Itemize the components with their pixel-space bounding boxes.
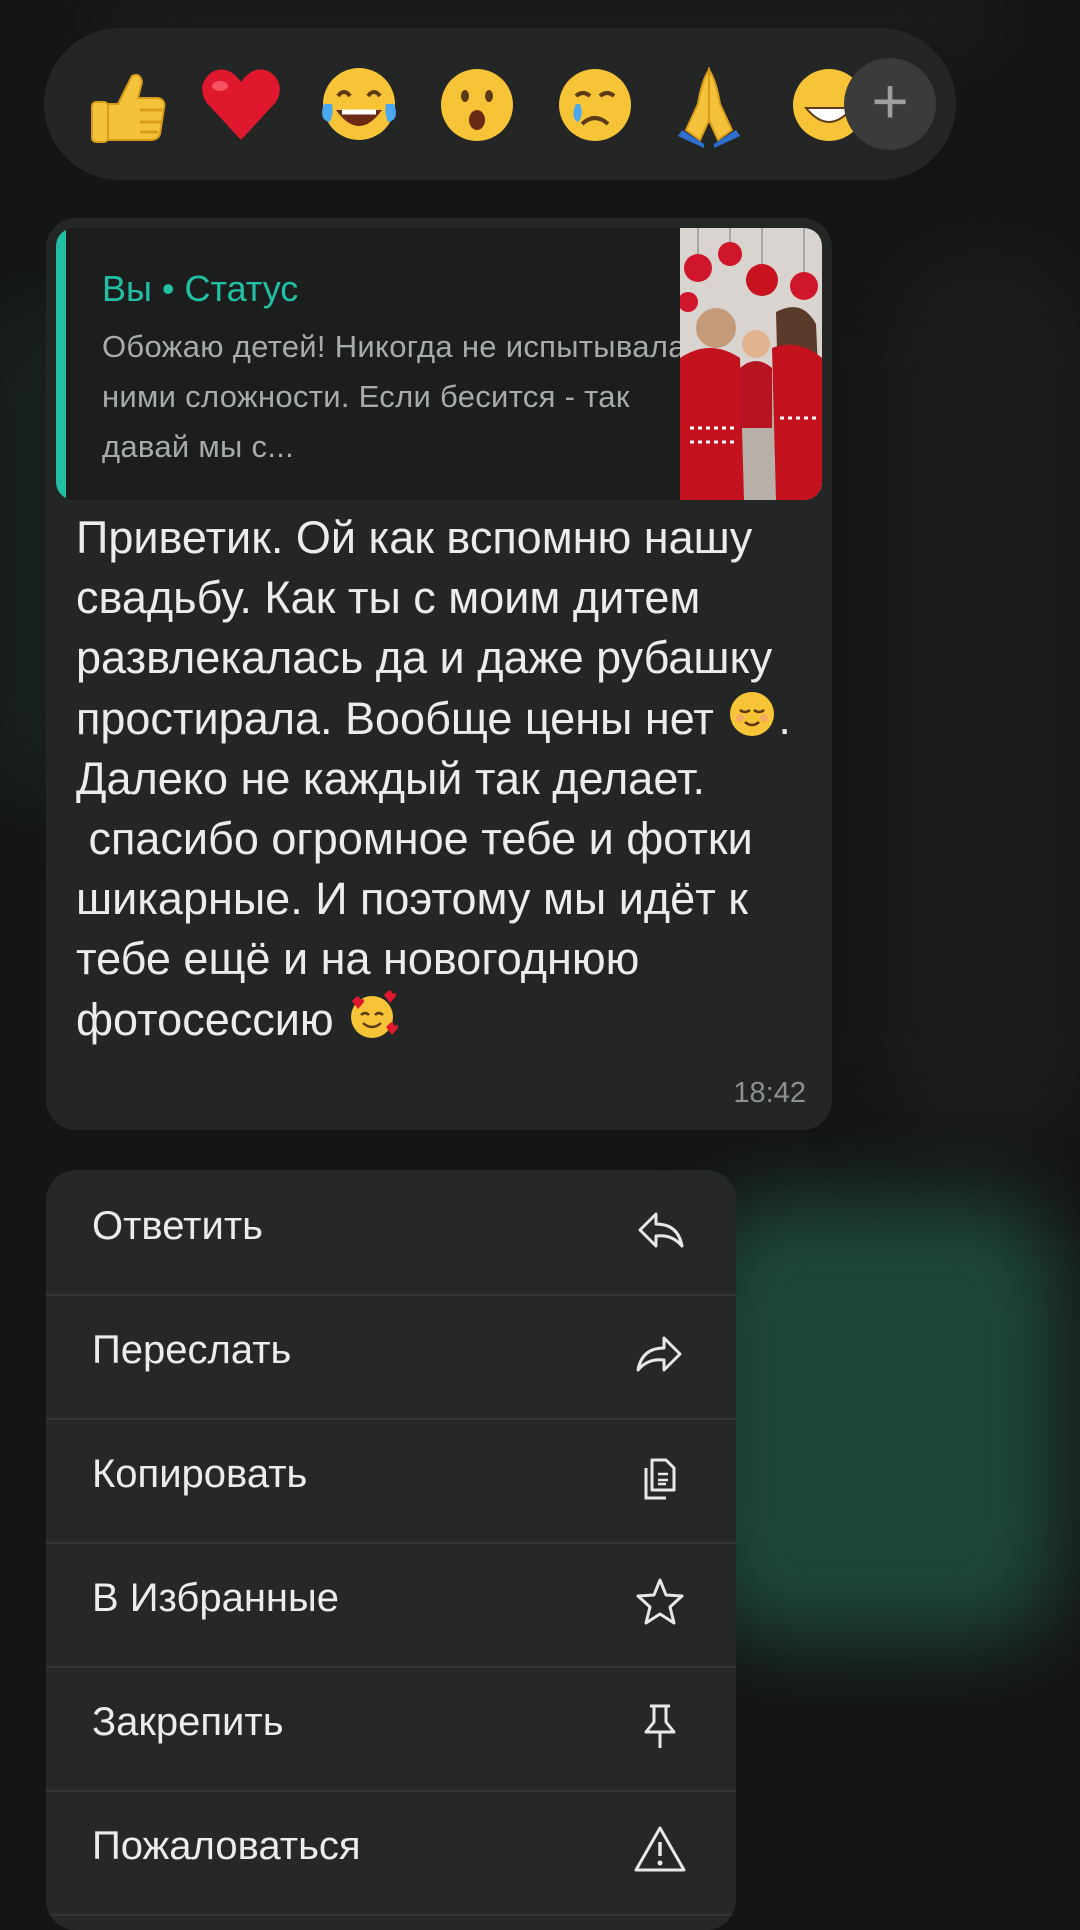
pin-icon (644, 1704, 676, 1748)
star-icon (636, 1578, 684, 1625)
relieved-face-emoji (730, 692, 775, 736)
copy-icon (644, 1458, 676, 1500)
crying-face-reaction[interactable] (550, 60, 640, 150)
reply-icon (638, 1212, 684, 1248)
menu-item-forward[interactable]: Переслать (46, 1294, 736, 1420)
message-timestamp: 18:42 (733, 1077, 806, 1109)
quote-text: Обожаю детей! Никогда не испытывала с ни… (102, 329, 711, 464)
menu-item-label: Ответить (92, 1204, 263, 1248)
menu-item-report[interactable]: Пожаловаться (46, 1790, 736, 1916)
add-reaction-button[interactable]: + (844, 58, 936, 150)
forward-icon (636, 1336, 682, 1372)
background-blur (890, 250, 1080, 1150)
red-heart-reaction[interactable] (196, 60, 286, 150)
status-reply-quote[interactable]: Вы • Статус Обожаю детей! Никогда не исп… (56, 228, 822, 500)
menu-item-pin[interactable]: Закрепить (46, 1666, 736, 1792)
thumbs-up-reaction[interactable] (82, 60, 172, 150)
menu-item-label: Копировать (92, 1452, 308, 1496)
warning-icon (634, 1826, 686, 1872)
message-bubble[interactable]: Вы • Статус Обожаю детей! Никогда не исп… (46, 218, 832, 1130)
message-text: Приветик. Ой как вспомню нашу свадьбу. К… (76, 508, 816, 1050)
quote-title: Вы • Статус (102, 268, 299, 309)
menu-item-label: Закрепить (92, 1700, 284, 1744)
status-thumbnail-image (680, 228, 822, 500)
background-blur (700, 1200, 1060, 1640)
smiling-face-with-hearts-emoji (351, 990, 399, 1038)
quote-accent-bar (56, 228, 66, 500)
message-text-part: Приветик. Ой как вспомню нашу свадьбу. К… (76, 512, 785, 744)
message-context-menu: Ответить Переслать Копировать В Избранны… (46, 1170, 736, 1930)
menu-item-favorites[interactable]: В Избранные (46, 1542, 736, 1668)
menu-item-label: В Избранные (92, 1576, 340, 1620)
reaction-bar: + (44, 28, 956, 180)
folded-hands-reaction[interactable] (664, 60, 754, 150)
menu-item-label: Переслать (92, 1328, 292, 1372)
message-text-part: . Далеко не каждый так делает. спасибо о… (76, 693, 791, 1045)
menu-item-label: Пожаловаться (92, 1824, 361, 1868)
tears-of-joy-reaction[interactable] (314, 60, 404, 150)
surprised-face-reaction[interactable] (432, 60, 522, 150)
menu-item-copy[interactable]: Копировать (46, 1418, 736, 1544)
menu-item-reply[interactable]: Ответить (46, 1170, 736, 1296)
